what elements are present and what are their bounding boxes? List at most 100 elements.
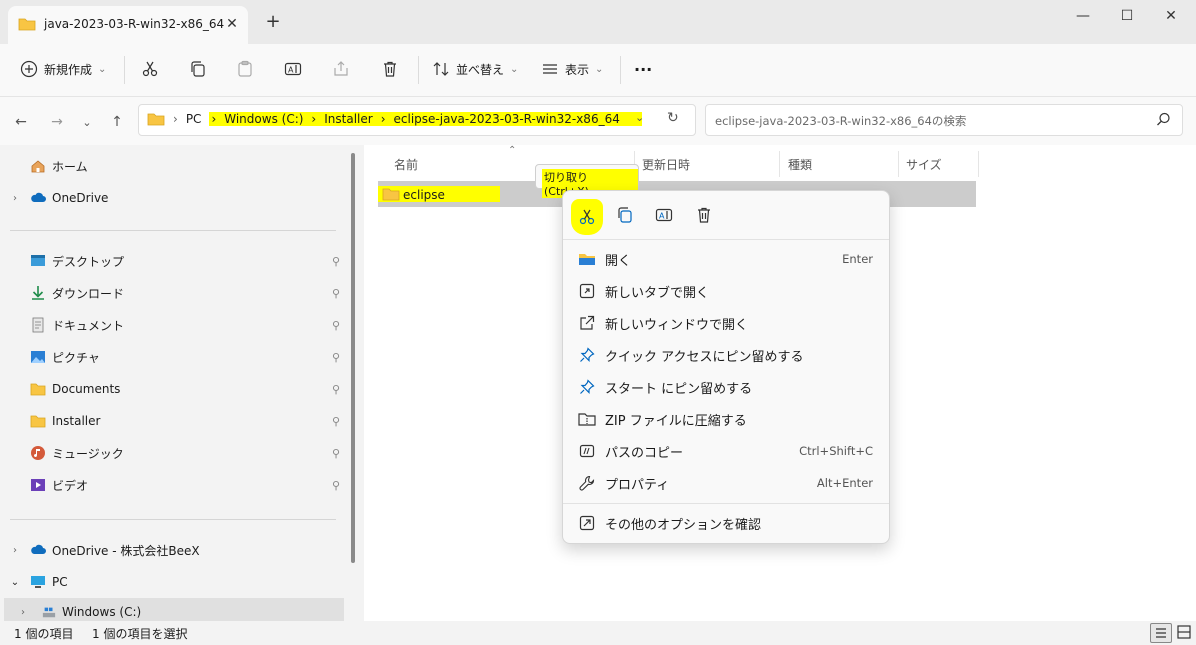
breadcrumb-eclipse-folder[interactable]: eclipse-java-2023-03-R-win32-x86_64 [394,112,620,126]
paste-button[interactable] [230,54,260,84]
sidebar-scrollbar[interactable] [351,153,355,563]
chevron-right-icon[interactable]: › [4,607,42,618]
tab-current[interactable]: java-2023-03-R-win32-x86_64 ✕ [8,6,248,44]
column-divider[interactable] [978,151,979,177]
column-divider[interactable] [898,151,899,177]
more-button[interactable]: ··· [634,54,652,84]
forward-button[interactable]: → [46,111,68,133]
pin-icon[interactable]: ⚲ [332,383,340,396]
new-tab-button[interactable]: + [262,12,284,34]
tiles-view-button[interactable] [1174,623,1194,641]
details-view-button[interactable] [1150,623,1172,643]
chevron-down-icon: ⌄ [510,63,519,75]
chevron-down-icon: ⌄ [595,63,604,75]
menu-item-pin-quick-access[interactable]: クイック アクセスにピン留めする [563,339,889,371]
menu-item-compress-zip[interactable]: ZIP ファイルに圧縮する [563,403,889,435]
sidebar-item-pictures[interactable]: ピクチャ ⚲ [0,343,344,371]
context-cut-button[interactable] [571,199,603,235]
sidebar-item-label: PC [52,575,68,589]
context-rename-button[interactable]: A [651,202,677,228]
plus-circle-icon [20,60,38,78]
column-header-size[interactable]: サイズ [906,151,942,177]
menu-item-label: ZIP ファイルに圧縮する [605,413,747,429]
sidebar-item-onedrive-beex[interactable]: › OneDrive - 株式会社BeeX [0,536,344,564]
chevron-right-icon[interactable]: › [0,545,30,556]
address-dropdown-button[interactable]: ⌄ [635,111,644,124]
up-button[interactable]: ↑ [106,111,128,133]
tab-title: java-2023-03-R-win32-x86_64 [44,17,225,31]
menu-item-open[interactable]: 開く Enter [563,243,889,275]
sidebar-divider [10,519,336,520]
sidebar-item-music[interactable]: ミュージック ⚲ [0,439,344,467]
menu-item-pin-start[interactable]: スタート にピン留めする [563,371,889,403]
sort-label: 並べ替え [456,62,505,77]
path-icon [577,441,597,461]
close-tab-button[interactable]: ✕ [222,14,242,34]
address-bar[interactable]: › PC › Windows (C:) › Installer › eclips… [138,104,696,136]
sidebar-item-videos[interactable]: ビデオ ⚲ [0,471,344,499]
menu-item-copy-path[interactable]: パスのコピー Ctrl+Shift+C [563,435,889,467]
context-copy-button[interactable] [612,202,638,228]
menu-item-open-new-tab[interactable]: 新しいタブで開く [563,275,889,307]
menu-item-shortcut: Enter [842,252,873,266]
sidebar-item-pc[interactable]: ⌄ PC [0,568,344,596]
refresh-button[interactable]: ↻ [667,110,679,126]
column-header-type[interactable]: 種類 [788,151,812,177]
chevron-down-icon[interactable]: ⌄ [0,577,30,588]
pin-icon[interactable]: ⚲ [332,319,340,332]
share-button[interactable] [326,54,356,84]
cut-button[interactable] [135,54,165,84]
menu-item-label: 開く [605,253,632,269]
sidebar-item-onedrive[interactable]: › OneDrive [0,184,344,212]
sidebar-item-documents[interactable]: Documents ⚲ [0,375,344,403]
copy-button[interactable] [183,54,213,84]
pin-icon[interactable]: ⚲ [332,479,340,492]
sidebar-item-downloads[interactable]: ダウンロード ⚲ [0,279,344,307]
sidebar-item-home[interactable]: ホーム [0,152,344,180]
chevron-right-icon[interactable]: › [0,193,30,204]
view-button[interactable]: 表示 ⌄ [541,54,603,84]
new-button-label: 新規作成 [44,62,93,77]
breadcrumb-pc[interactable]: PC [186,112,202,126]
column-divider[interactable] [779,151,780,177]
rename-button[interactable]: A [278,54,308,84]
breadcrumb-installer[interactable]: Installer [324,112,372,126]
view-icon [543,64,557,74]
sidebar-item-desktop[interactable]: デスクトップ ⚲ [0,247,344,275]
delete-button[interactable] [375,54,405,84]
menu-item-label: クイック アクセスにピン留めする [605,349,804,365]
context-delete-button[interactable] [691,202,717,228]
pin-icon[interactable]: ⚲ [332,287,340,300]
column-header-name[interactable]: 名前 [394,151,418,177]
pin-icon[interactable]: ⚲ [332,351,340,364]
pin-icon[interactable]: ⚲ [332,255,340,268]
navigation-pane: ホーム › OneDrive デスクトップ ⚲ ダウンロード ⚲ ドキュメント … [0,145,364,626]
menu-item-shortcut: Ctrl+Shift+C [799,444,873,458]
svg-text:A: A [659,212,665,221]
pin-icon[interactable]: ⚲ [332,447,340,460]
new-button[interactable]: 新規作成 ⌄ [20,54,106,84]
video-icon [31,479,45,491]
desktop-icon [31,255,45,266]
menu-item-more-options[interactable]: その他のオプションを確認 [563,507,889,539]
sort-button[interactable]: 並べ替え ⌄ [432,54,518,84]
file-name[interactable]: eclipse [403,188,445,202]
breadcrumb-windows-c[interactable]: Windows (C:) [224,112,303,126]
back-button[interactable]: ← [10,111,32,133]
recent-locations-button[interactable]: ⌄ [76,111,98,133]
maximize-button[interactable]: ☐ [1112,6,1142,28]
menu-item-open-new-window[interactable]: 新しいウィンドウで開く [563,307,889,339]
breadcrumb-separator: › [311,112,317,126]
sidebar-item-documents-jp[interactable]: ドキュメント ⚲ [0,311,344,339]
sidebar-item-installer[interactable]: Installer ⚲ [0,407,344,435]
details-view-icon [1156,628,1166,638]
minimize-button[interactable]: — [1068,6,1098,28]
download-icon [32,286,44,300]
search-box[interactable]: eclipse-java-2023-03-R-win32-x86_64の検索 [705,104,1183,136]
column-header-modified[interactable]: 更新日時 [642,151,690,177]
pin-icon[interactable]: ⚲ [332,415,340,428]
close-window-button[interactable]: ✕ [1156,6,1186,28]
share-icon [326,54,356,84]
pin-icon [577,345,597,365]
menu-item-properties[interactable]: プロパティ Alt+Enter [563,467,889,499]
